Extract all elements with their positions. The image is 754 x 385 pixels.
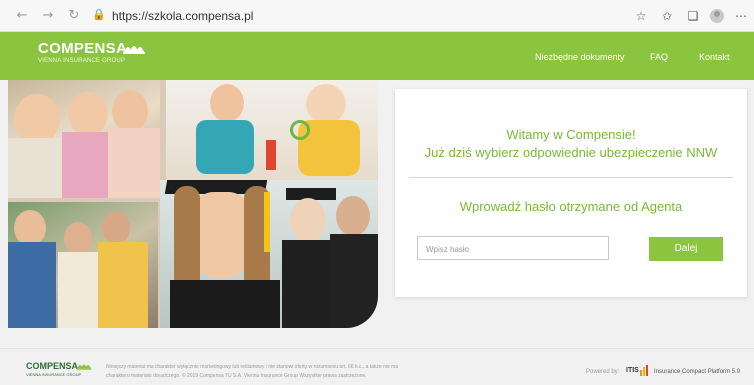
submit-button[interactable]: Dalej: [649, 237, 723, 261]
footer-logo-wordmark: COMPENSA: [26, 361, 79, 371]
logo-mark-icon: [123, 46, 145, 54]
welcome-subheading: Już dziś wybierz odpowiednie ubezpieczen…: [424, 145, 718, 160]
reload-icon[interactable]: ↻: [66, 8, 82, 24]
logo-wordmark: COMPENSA: [38, 40, 128, 57]
back-arrow-icon[interactable]: ←: [14, 8, 30, 24]
nav-faq-link[interactable]: FAQ: [650, 52, 668, 62]
browser-toolbar: ← → ↻ 🔒 https://szkola.compensa.pl ☆ ✩ ❏…: [0, 0, 754, 32]
lock-icon: 🔒: [92, 8, 106, 21]
more-icon[interactable]: ⋯: [732, 8, 750, 24]
students-outdoor-photo: [8, 202, 158, 328]
footer-disclaimer: Niniejszy materiał ma charakter wyłączni…: [106, 363, 526, 381]
nav-contact-link[interactable]: Kontakt: [699, 52, 730, 62]
footer-logo[interactable]: COMPENSA VIENNA INSURANCE GROUP: [26, 361, 92, 377]
nav-documents-link[interactable]: Niezbędne dokumenty: [535, 52, 625, 62]
address-bar[interactable]: 🔒 https://szkola.compensa.pl: [92, 6, 682, 26]
welcome-heading: Witamy w Compensie!: [506, 127, 636, 142]
login-card: Witamy w Compensie! Już dziś wybierz odp…: [395, 89, 747, 297]
hero-collage: [8, 80, 378, 328]
graduates-photo: [160, 180, 378, 328]
children-classroom-photo: [8, 80, 160, 198]
footer-logo-tagline: VIENNA INSURANCE GROUP: [26, 372, 82, 377]
favorites-icon[interactable]: ✩: [658, 8, 676, 24]
toddlers-playing-photo: [166, 80, 378, 180]
collections-icon[interactable]: ❏: [684, 8, 702, 24]
platform-label: Insurance Compact Platform 5.0: [654, 369, 741, 375]
footer-disclaimer-line-2: charakteru materiału doradczego. © 2019 …: [106, 373, 367, 379]
card-divider: [409, 177, 733, 178]
url-text[interactable]: https://szkola.compensa.pl: [112, 9, 253, 23]
itis-logo-icon: [640, 365, 648, 376]
profile-icon[interactable]: [710, 9, 724, 23]
forward-arrow-icon[interactable]: →: [40, 8, 56, 24]
footer-logo-mark-icon: [76, 364, 92, 370]
powered-by-label: Powered by:: [586, 369, 620, 375]
password-input[interactable]: [424, 238, 608, 260]
star-icon[interactable]: ☆: [632, 8, 650, 24]
itis-label[interactable]: ITIS: [626, 367, 639, 374]
password-prompt: Wprowadź hasło otrzymane od Agenta: [459, 199, 683, 214]
site-footer: COMPENSA VIENNA INSURANCE GROUP Niniejsz…: [0, 348, 754, 385]
password-field[interactable]: [417, 236, 609, 260]
footer-disclaimer-line-1: Niniejszy materiał ma charakter wyłączni…: [106, 364, 399, 370]
compensa-logo[interactable]: COMPENSA VIENNA INSURANCE GROUP: [38, 40, 145, 64]
logo-tagline: VIENNA INSURANCE GROUP: [38, 58, 126, 64]
site-header: COMPENSA VIENNA INSURANCE GROUP Niezbędn…: [0, 32, 754, 80]
